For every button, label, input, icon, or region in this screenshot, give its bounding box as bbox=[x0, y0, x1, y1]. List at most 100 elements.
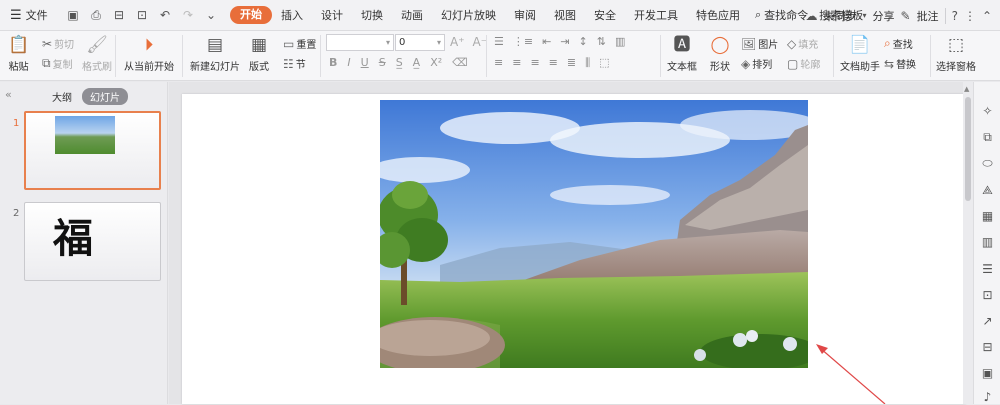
share-icon[interactable]: ↗ bbox=[980, 314, 995, 329]
chevron-down-icon: ▾ bbox=[862, 11, 867, 20]
shape-effects-icon[interactable]: ⧉ bbox=[980, 130, 995, 145]
doc-helper-button[interactable]: 📄 文档助手 bbox=[840, 35, 880, 73]
tab-security[interactable]: 安全 bbox=[585, 0, 625, 31]
redo-icon[interactable]: ↷ bbox=[181, 8, 195, 22]
picture-button[interactable]: 🖼 图片 bbox=[741, 36, 778, 52]
align-left-icon[interactable]: ≡ bbox=[494, 56, 503, 70]
smartart-icon[interactable]: ⬚ bbox=[599, 56, 609, 70]
collapse-ribbon-icon[interactable]: ⌃ bbox=[982, 9, 992, 23]
shape-button[interactable]: ◯ 形状 bbox=[710, 35, 730, 73]
slide-thumbnail-1[interactable] bbox=[24, 111, 161, 190]
comment-button[interactable]: 批注 bbox=[917, 8, 939, 24]
shrink-font-icon[interactable]: A⁻ bbox=[473, 35, 488, 49]
audio-icon[interactable]: ♪ bbox=[980, 390, 995, 405]
chart-icon[interactable]: ▥ bbox=[980, 235, 995, 250]
style-icon[interactable]: ⬭ bbox=[980, 156, 995, 171]
vertical-scrollbar[interactable]: ▲ bbox=[963, 82, 973, 404]
image-tools-icon[interactable]: ⊡ bbox=[980, 288, 995, 303]
customize-qa-icon[interactable]: ⌄ bbox=[204, 8, 218, 22]
slide-thumbnail-2[interactable]: 福 bbox=[24, 202, 161, 281]
grow-font-icon[interactable]: A⁺ bbox=[450, 35, 465, 49]
scroll-up-icon[interactable]: ▲ bbox=[964, 85, 969, 93]
help-button[interactable]: ? bbox=[952, 9, 958, 23]
print-preview-icon[interactable]: ⊡ bbox=[135, 8, 149, 22]
font-name-select[interactable]: ▾ bbox=[326, 34, 394, 51]
copy-button[interactable]: ⧉ 复制 bbox=[42, 56, 73, 71]
archive-icon[interactable]: ⊟ bbox=[980, 340, 995, 355]
increase-indent-icon[interactable]: ⇥ bbox=[560, 35, 569, 48]
share-button[interactable]: 分享 bbox=[873, 8, 895, 24]
layout-button[interactable]: ▦ 版式 bbox=[249, 35, 269, 73]
font-color-icon[interactable]: A̲ bbox=[413, 56, 421, 69]
align-right-icon[interactable]: ≡ bbox=[530, 56, 539, 70]
bullets-icon[interactable]: ☰ bbox=[494, 35, 504, 48]
play-from-current-button[interactable]: ⏵ 从当前开始 bbox=[124, 35, 174, 73]
superscript-icon[interactable]: X² bbox=[430, 56, 442, 69]
tab-outline[interactable]: 大纲 bbox=[52, 89, 72, 104]
tab-view[interactable]: 视图 bbox=[545, 0, 585, 31]
columns-icon[interactable]: ▥ bbox=[615, 35, 625, 48]
tab-design[interactable]: 设计 bbox=[312, 0, 352, 31]
font-size-select[interactable]: 0 ▾ bbox=[395, 34, 445, 51]
outline-button[interactable]: ▢ 轮廓 bbox=[787, 56, 820, 72]
textbox-button[interactable]: 🅰 文本框 bbox=[667, 35, 697, 73]
numbering-icon[interactable]: ⋮≡ bbox=[513, 35, 533, 48]
bold-icon[interactable]: B bbox=[329, 56, 337, 69]
reset-button[interactable]: ▭ 重置 bbox=[283, 36, 316, 52]
strikethrough-icon[interactable]: S bbox=[379, 56, 386, 69]
fill-bucket-icon[interactable]: ⟁ bbox=[980, 183, 995, 198]
print-icon[interactable]: ⊟ bbox=[112, 8, 126, 22]
selection-pane-icon: ⬚ bbox=[947, 35, 965, 55]
new-slide-button[interactable]: ▤ 新建幻灯片 bbox=[190, 35, 240, 73]
tab-special[interactable]: 特色应用 bbox=[687, 0, 749, 31]
file-menu[interactable]: ☰ 文件 bbox=[0, 7, 60, 23]
more-options-icon[interactable]: ⋮ bbox=[964, 9, 976, 23]
cloud-icon: ☁ bbox=[805, 8, 818, 23]
tab-insert[interactable]: 插入 bbox=[272, 0, 312, 31]
scrollbar-thumb[interactable] bbox=[965, 97, 971, 201]
selection-pane-button[interactable]: ⬚ 选择窗格 bbox=[936, 35, 976, 73]
find-button[interactable]: ⌕ 查找 bbox=[884, 36, 913, 51]
justify-icon[interactable]: ≡ bbox=[549, 56, 558, 70]
tab-transition[interactable]: 切换 bbox=[352, 0, 392, 31]
tab-animation[interactable]: 动画 bbox=[392, 0, 432, 31]
play-icon: ⏵ bbox=[144, 35, 154, 55]
landscape-picture[interactable] bbox=[380, 100, 808, 368]
replace-button[interactable]: ⇆ 替换 bbox=[884, 56, 916, 72]
menu-bar: ☰ 文件 ▣ ⎙ ⊟ ⊡ ↶ ↷ ⌄ 开始 插入 设计 切换 动画 幻灯片放映 … bbox=[0, 0, 1000, 31]
decrease-indent-icon[interactable]: ⇤ bbox=[542, 35, 551, 48]
line-spacing-icon[interactable]: ↕ bbox=[579, 35, 588, 48]
fill-button[interactable]: ◇ 填充 bbox=[787, 36, 818, 52]
underline-icon[interactable]: U bbox=[361, 56, 369, 69]
clear-format-icon[interactable]: ⌫ bbox=[452, 56, 468, 69]
vertical-align-icon[interactable]: ⫼ bbox=[585, 56, 590, 70]
text-direction-icon[interactable]: ⇅ bbox=[597, 35, 606, 48]
export-pdf-icon[interactable]: ⎙ bbox=[89, 8, 103, 23]
scissors-icon: ✂ bbox=[42, 36, 53, 51]
grid-icon[interactable]: ▦ bbox=[980, 209, 995, 224]
align-center-icon[interactable]: ≡ bbox=[512, 56, 521, 70]
undo-icon[interactable]: ↶ bbox=[158, 8, 172, 22]
tab-developer[interactable]: 开发工具 bbox=[625, 0, 687, 31]
pin-icon[interactable]: ✧ bbox=[980, 104, 995, 119]
adjust-icon[interactable]: ☰ bbox=[980, 262, 995, 277]
search-icon: ⌕ bbox=[884, 36, 891, 50]
picture-icon[interactable]: ▣ bbox=[980, 366, 995, 381]
hamburger-icon: ☰ bbox=[10, 7, 22, 23]
cut-button[interactable]: ✂ 剪切 bbox=[42, 36, 74, 52]
format-painter-button[interactable]: 🖌 格式刷 bbox=[82, 35, 112, 73]
tab-review[interactable]: 审阅 bbox=[505, 0, 545, 31]
collapse-panel-icon[interactable]: « bbox=[5, 88, 12, 101]
brush-icon: 🖌 bbox=[86, 35, 108, 55]
tab-slideshow[interactable]: 幻灯片放映 bbox=[432, 0, 505, 31]
tab-slides[interactable]: 幻灯片 bbox=[82, 88, 128, 105]
italic-icon[interactable]: I bbox=[347, 56, 350, 69]
arrange-button[interactable]: ◈ 排列 bbox=[741, 56, 772, 72]
save-icon[interactable]: ▣ bbox=[66, 8, 80, 22]
distribute-icon[interactable]: ≣ bbox=[567, 56, 576, 70]
shadow-icon[interactable]: S̲ bbox=[396, 56, 403, 69]
tab-home[interactable]: 开始 bbox=[230, 6, 272, 24]
section-button[interactable]: ☷ 节 bbox=[283, 56, 306, 72]
sync-status[interactable]: 未同步 bbox=[823, 8, 856, 24]
paste-button[interactable]: 📋 粘贴 bbox=[8, 35, 29, 73]
